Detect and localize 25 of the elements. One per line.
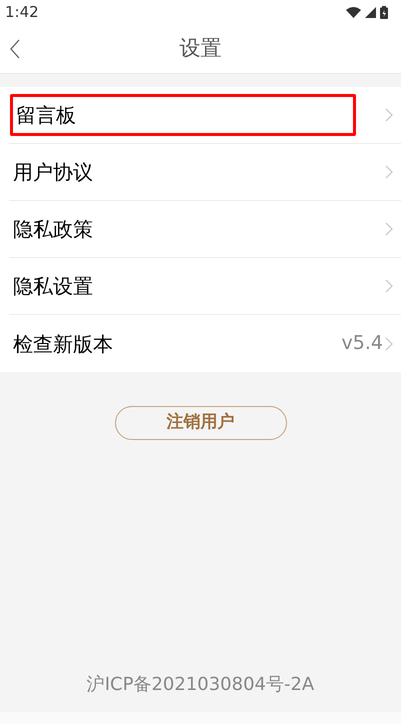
page-title: 设置 (180, 34, 222, 62)
settings-item[interactable]: 隐私设置 (9, 258, 401, 315)
chevron-right-icon (385, 222, 393, 236)
status-time: 1:42 (5, 2, 39, 23)
version-value: v5.4 (342, 331, 383, 356)
back-button[interactable] (8, 38, 22, 60)
item-label: 隐私设置 (13, 273, 93, 300)
icp-footer: 沪ICP备2021030804号-2A (86, 671, 314, 698)
chevron-right-icon (385, 279, 393, 293)
chevron-right-icon (385, 108, 393, 122)
item-label: 留言板 (10, 94, 356, 136)
settings-item[interactable]: 留言板 (9, 87, 401, 144)
item-label: 检查新版本 (13, 330, 113, 358)
signal-icon (365, 6, 376, 18)
wifi-icon (346, 6, 361, 18)
back-icon (10, 39, 20, 59)
chevron-right-icon (385, 165, 393, 179)
item-label: 用户协议 (13, 159, 93, 186)
logout-button[interactable]: 注销用户 (114, 406, 286, 440)
battery-icon (380, 6, 388, 18)
settings-item[interactable]: 用户协议 (9, 144, 401, 201)
settings-item[interactable]: 隐私政策 (9, 201, 401, 258)
settings-item[interactable]: 检查新版本 v5.4 (9, 315, 401, 372)
item-label: 隐私政策 (13, 216, 93, 243)
chevron-right-icon (385, 336, 393, 350)
